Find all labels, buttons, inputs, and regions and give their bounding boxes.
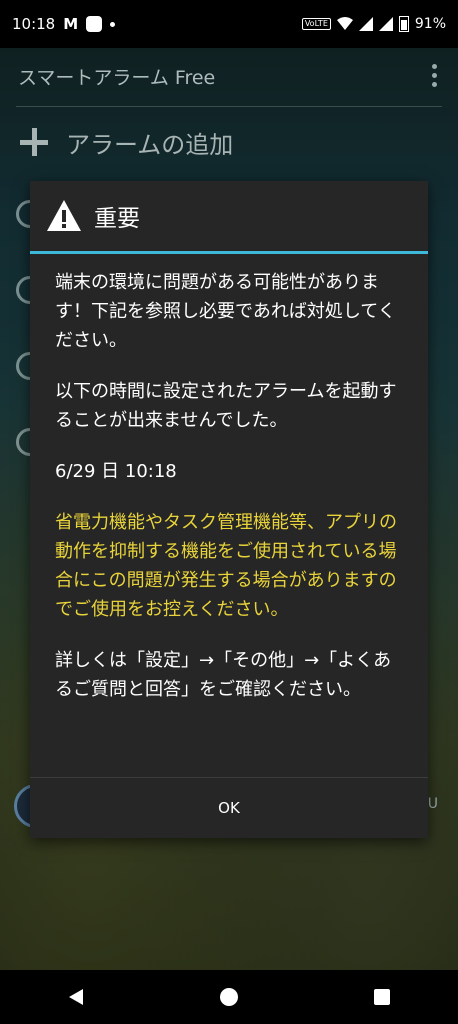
back-icon — [69, 989, 84, 1005]
message-paragraph: 詳しくは「設定」→「その他」→「よくあるご質問と回答」をご確認ください。 — [55, 650, 392, 700]
home-icon — [219, 988, 238, 1006]
navigation-bar — [0, 970, 458, 1024]
failed-alarm-time: 6/29 日 10:18 — [55, 461, 177, 482]
battery-icon — [398, 16, 409, 32]
warning-icon — [47, 200, 81, 231]
plus-icon — [20, 128, 48, 156]
status-bar: 10:18 M VoLTE 91% — [0, 0, 458, 48]
volte-icon: VoLTE — [301, 18, 331, 30]
add-alarm-row: アラームの追加 — [16, 106, 442, 177]
clock: 10:18 — [12, 15, 56, 33]
back-button[interactable] — [46, 970, 106, 1024]
app-title: スマートアラーム Free — [18, 66, 216, 89]
signal-icon-2 — [378, 17, 393, 31]
app-title-bar: スマートアラーム Free — [0, 48, 458, 104]
bottom-right-text: U — [427, 796, 438, 812]
message-paragraph: 端末の環境に問題がある可能性があります！下記を参照し必要であれば対処してください… — [55, 272, 396, 351]
warning-paragraph: 省電力機能やタスク管理機能等、アプリの動作を抑制する機能をご使用されている場合に… — [55, 512, 397, 620]
home-button[interactable] — [199, 970, 259, 1024]
recents-icon — [373, 989, 390, 1005]
battery-percent: 91% — [414, 16, 446, 32]
message-paragraph: 以下の時間に設定されたアラームを起動することが出来ませんでした。 — [55, 381, 397, 431]
important-dialog: 重要 端末の環境に問題がある可能性があります！下記を参照し必要であれば対処してく… — [30, 181, 428, 838]
more-notifications-dot-icon — [110, 21, 116, 27]
overflow-menu-icon — [432, 64, 438, 87]
add-alarm-label: アラームの追加 — [66, 130, 234, 159]
dialog-message: 端末の環境に問題がある可能性があります！下記を参照し必要であれば対処してください… — [30, 254, 428, 704]
gmail-icon: M — [63, 15, 79, 33]
recents-button[interactable] — [352, 970, 412, 1024]
app-notification-icon — [86, 16, 103, 32]
dialog-title: 重要 — [94, 206, 140, 232]
signal-icon — [358, 17, 373, 31]
wifi-icon — [336, 17, 353, 30]
ok-button[interactable]: OK — [30, 778, 428, 838]
dialog-title-bar: 重要 — [30, 181, 428, 251]
